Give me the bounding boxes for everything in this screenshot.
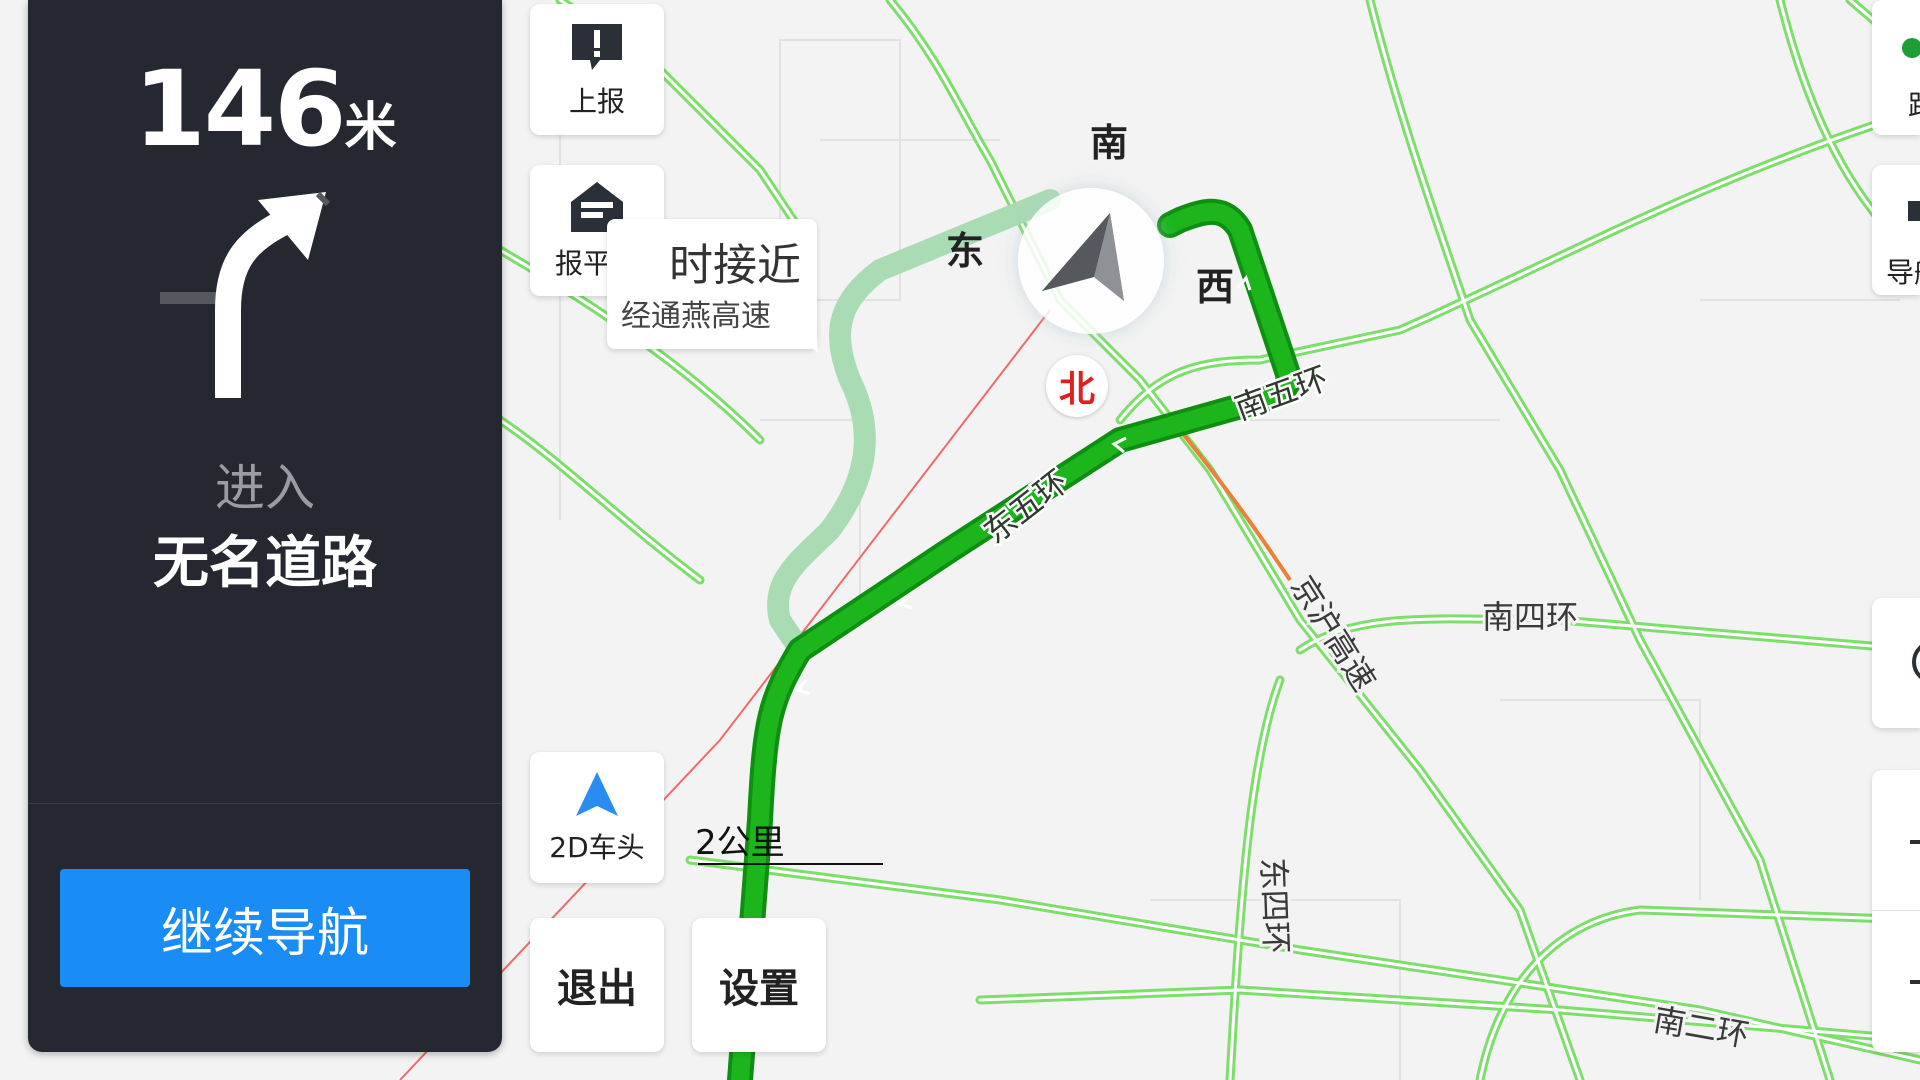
- vehicle-position-arrow-icon: [1042, 213, 1124, 301]
- compass-north[interactable]: 北: [1046, 355, 1108, 417]
- right-tile-mid[interactable]: [1872, 598, 1920, 728]
- view-mode-button[interactable]: 2D车头: [530, 752, 664, 883]
- right-tile-zoom[interactable]: [1872, 770, 1920, 1052]
- compass-west: 西: [1196, 265, 1235, 309]
- next-road-name: 无名道路: [153, 531, 377, 596]
- report-button[interactable]: 上报: [530, 4, 664, 135]
- callout-subtitle: 经通燕高速: [621, 299, 771, 334]
- zoom-divider: [1872, 910, 1920, 911]
- right-tile-nav-label: 导航: [1886, 256, 1920, 289]
- distance-unit: 米: [344, 98, 397, 158]
- scale-bar: [698, 863, 883, 865]
- compass-south: 南: [1090, 121, 1129, 165]
- circle-icon: [1912, 640, 1920, 684]
- report-label: 上报: [568, 84, 625, 118]
- exit-label: 退出: [557, 966, 637, 1012]
- zoom-in-icon[interactable]: [1910, 840, 1920, 844]
- compass-east: 东: [946, 229, 985, 273]
- scale-label: 2公里: [695, 823, 785, 863]
- nav-square-icon: [1908, 201, 1920, 221]
- heading-up-arrow-icon: [576, 771, 618, 816]
- zoom-out-icon[interactable]: [1910, 980, 1920, 984]
- distance-value: 146: [133, 48, 346, 170]
- right-tile-top[interactable]: 路: [1872, 0, 1920, 135]
- right-tile-nav[interactable]: 导航: [1872, 165, 1920, 295]
- view-mode-label: 2D车头: [549, 830, 645, 864]
- panel-divider: [28, 803, 502, 804]
- guidance-panel: 146米 进入 无名道路 继续导航: [28, 0, 502, 1052]
- report-alert-icon: [572, 23, 622, 70]
- bear-right-arrow-icon: [160, 191, 331, 398]
- continue-navigation-button[interactable]: 继续导航: [60, 869, 470, 987]
- road-label-e4: 东四环: [1254, 857, 1295, 954]
- turn-distance: 146米: [28, 48, 502, 170]
- road-label-s4: 南四环: [1482, 598, 1578, 636]
- alternate-route-callout[interactable]: 时接近 经通燕高速: [607, 219, 817, 349]
- settings-label: 设置: [719, 966, 799, 1012]
- status-dot-icon: [1902, 38, 1920, 58]
- exit-button[interactable]: 退出: [530, 918, 664, 1052]
- settings-button[interactable]: 设置: [692, 918, 826, 1052]
- maneuver-action: 进入: [215, 459, 315, 517]
- map-scale: 2公里: [695, 815, 883, 865]
- callout-title: 时接近: [669, 240, 801, 291]
- right-tile-top-label: 路: [1908, 84, 1920, 124]
